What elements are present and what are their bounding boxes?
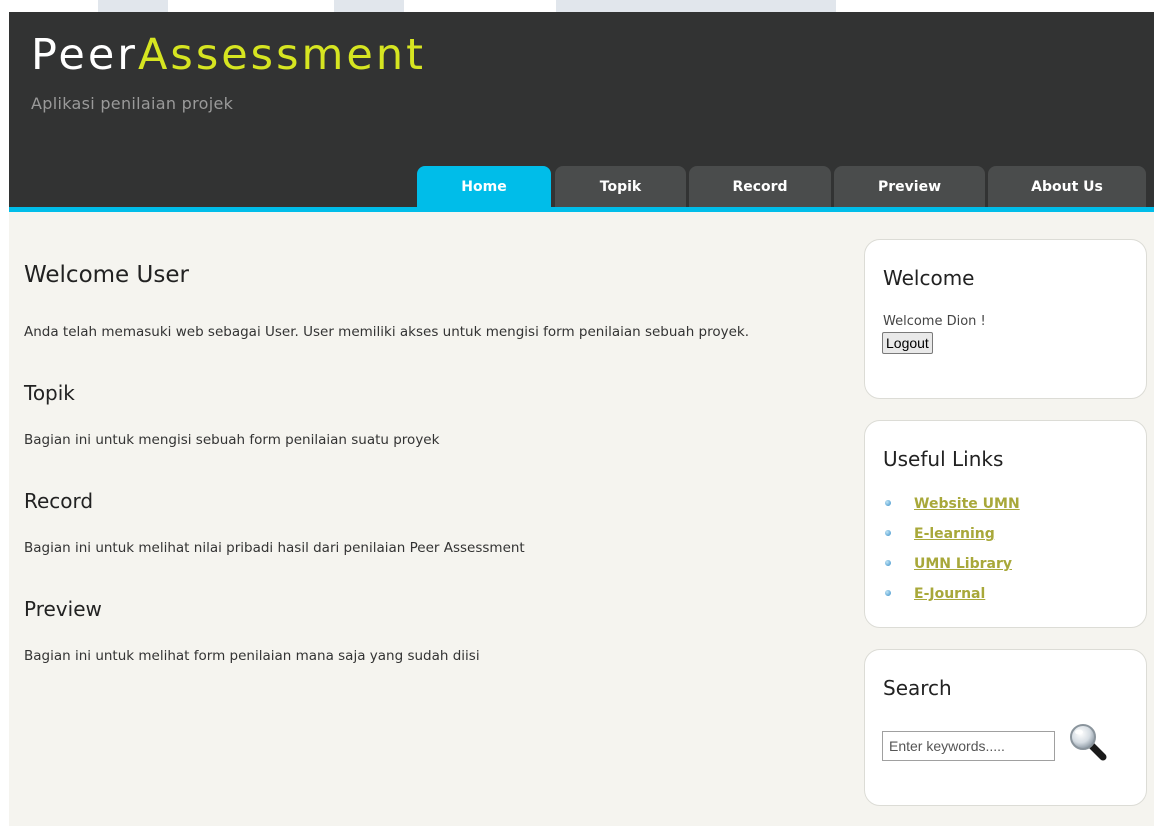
bullet-icon [885, 500, 891, 506]
useful-links-list: Website UMN E-learning UMN Library E-Jou… [883, 493, 1020, 613]
intro-text: Anda telah memasuki web sebagai User. Us… [24, 324, 750, 340]
tab-home[interactable]: Home [417, 166, 551, 207]
list-item: E-learning [883, 523, 1020, 553]
link-umn-library[interactable]: UMN Library [914, 556, 1012, 572]
site-header: PeerAssessment Aplikasi penilaian projek… [9, 12, 1154, 207]
bullet-icon [885, 590, 891, 596]
page: PeerAssessment Aplikasi penilaian projek… [9, 12, 1154, 826]
search-heading: Search [883, 676, 952, 700]
section-text-preview: Bagian ini untuk melihat form penilaian … [24, 648, 480, 664]
watermark-stroke [98, 0, 168, 12]
tab-preview-label: Preview [877, 178, 941, 195]
site-logo[interactable]: PeerAssessment [31, 34, 426, 77]
tab-preview[interactable]: Preview [834, 166, 985, 207]
search-button[interactable] [1068, 722, 1108, 762]
tab-record[interactable]: Record [689, 166, 831, 207]
section-heading-preview: Preview [24, 597, 102, 621]
search-box: Search [864, 649, 1147, 806]
logo-text-assessment: Assessment [138, 30, 426, 80]
list-item: UMN Library [883, 553, 1020, 583]
section-heading-record: Record [24, 489, 94, 513]
site-slogan: Aplikasi penilaian projek [31, 94, 234, 113]
tab-topik[interactable]: Topik [555, 166, 686, 207]
welcome-heading: Welcome [883, 266, 975, 290]
tab-about-us[interactable]: About Us [988, 166, 1146, 207]
list-item: Website UMN [883, 493, 1020, 523]
section-heading-topik: Topik [24, 381, 75, 405]
search-input[interactable] [882, 731, 1055, 761]
section-text-record: Bagian ini untuk melihat nilai pribadi h… [24, 540, 525, 556]
useful-links-box: Useful Links Website UMN E-learning UMN … [864, 420, 1147, 628]
watermark-stroke [334, 0, 404, 12]
bullet-icon [885, 560, 891, 566]
list-item: E-Journal [883, 583, 1020, 613]
welcome-box: Welcome Welcome Dion ! Logout [864, 239, 1147, 399]
link-website-umn[interactable]: Website UMN [914, 496, 1020, 512]
menu-underline [9, 207, 1154, 212]
link-e-learning[interactable]: E-learning [914, 526, 995, 542]
magnifier-icon [1070, 724, 1107, 761]
section-text-topik: Bagian ini untuk mengisi sebuah form pen… [24, 432, 440, 448]
useful-links-heading: Useful Links [883, 447, 1004, 471]
bullet-icon [885, 530, 891, 536]
tab-record-label: Record [732, 178, 788, 195]
link-e-journal[interactable]: E-Journal [914, 586, 985, 602]
welcome-message: Welcome Dion ! [883, 314, 986, 329]
watermark-stroke [556, 0, 836, 12]
page-title: Welcome User [24, 262, 189, 288]
tab-home-label: Home [461, 178, 507, 195]
tab-topik-label: Topik [599, 178, 642, 195]
tab-about-us-label: About Us [1031, 178, 1103, 195]
logout-button[interactable]: Logout [882, 332, 933, 354]
logo-text-peer: Peer [31, 30, 138, 80]
